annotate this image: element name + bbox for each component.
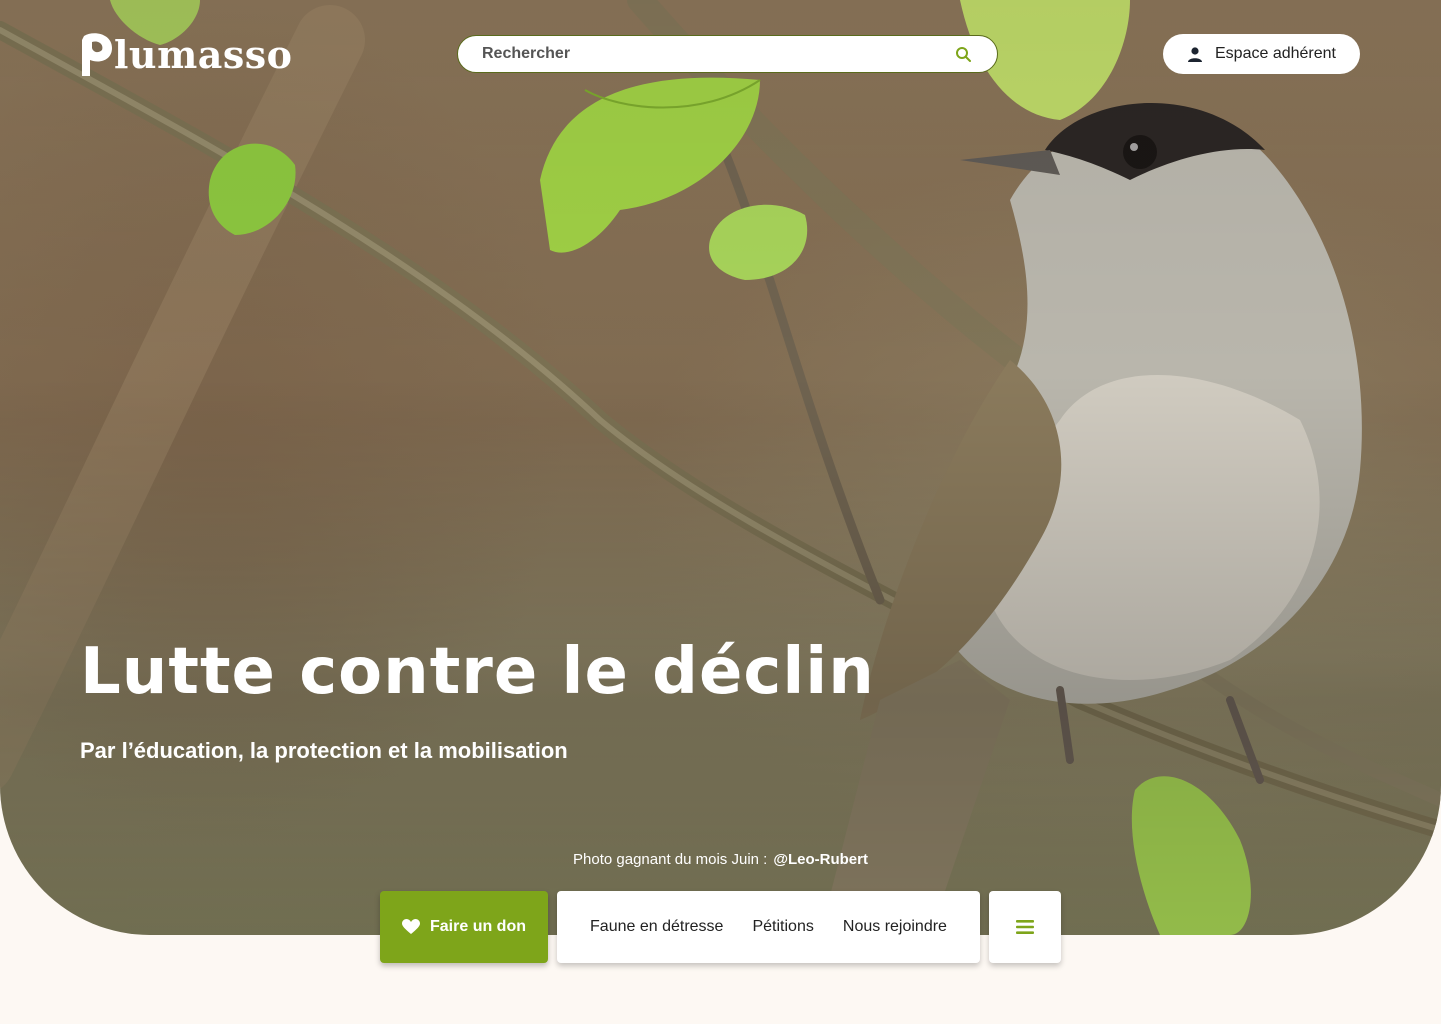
logo-wordmark: lumasso [114, 32, 293, 77]
bird-logo-icon [82, 33, 112, 76]
member-area-button[interactable]: Espace adhérent [1163, 34, 1360, 74]
user-icon [1188, 47, 1202, 62]
menu-button[interactable] [989, 891, 1061, 963]
nav-item-faune-en-detresse[interactable]: Faune en détresse [590, 918, 723, 936]
main-nav: Faune en détresse Pétitions Nous rejoind… [557, 891, 980, 963]
photo-credit: Photo gagnant du mois Juin : @Leo-Rubert [0, 850, 1441, 870]
member-area-label: Espace adhérent [1215, 45, 1336, 62]
donate-label: Faire un don [430, 918, 526, 935]
hero-subtitle: Par l’éducation, la protection et la mob… [80, 738, 568, 763]
search-bar[interactable] [457, 35, 998, 73]
search-icon[interactable] [955, 46, 971, 62]
hamburger-menu-icon [1016, 920, 1034, 934]
photo-credit-text: Photo gagnant du mois Juin : [573, 851, 768, 868]
search-input[interactable] [480, 44, 924, 64]
heart-icon [402, 919, 420, 934]
donate-button[interactable]: Faire un don [380, 891, 548, 963]
hero-title: Lutte contre le déclin [80, 635, 875, 709]
hero-banner [0, 0, 1441, 935]
nav-item-petitions[interactable]: Pétitions [752, 918, 813, 936]
nav-item-nous-rejoindre[interactable]: Nous rejoindre [843, 918, 947, 936]
site-logo[interactable]: lumasso [80, 30, 293, 80]
photo-credit-handle[interactable]: @Leo-Rubert [773, 851, 868, 868]
hero-overlay [0, 0, 1441, 935]
